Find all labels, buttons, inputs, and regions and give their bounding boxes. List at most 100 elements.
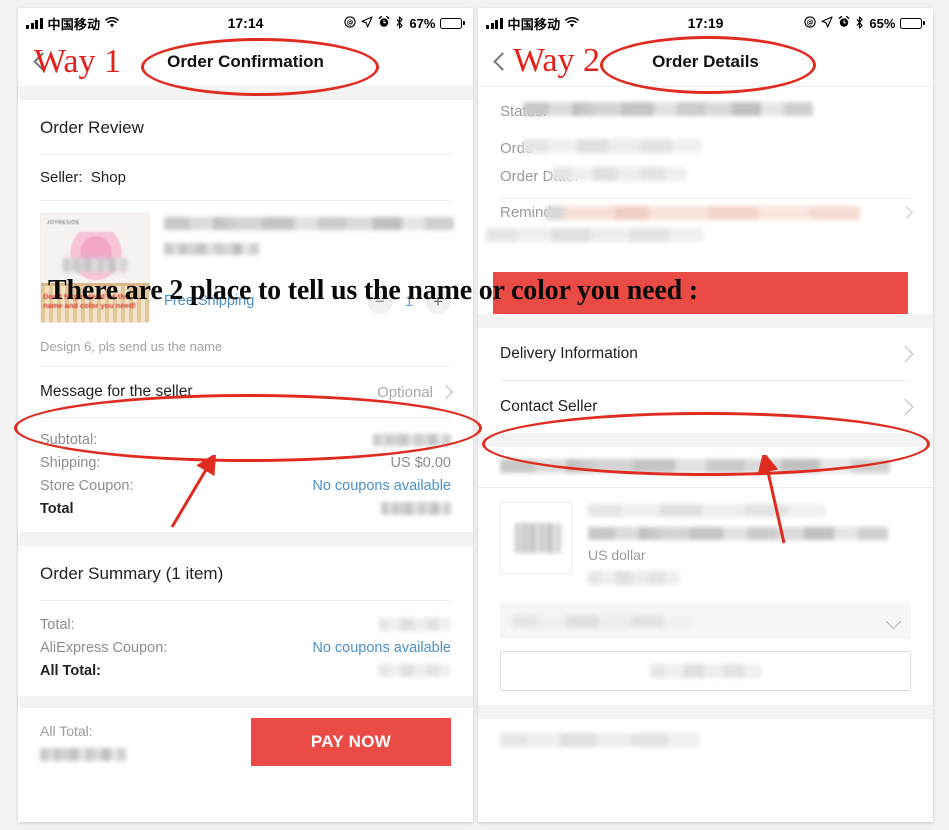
summary-label: Total: xyxy=(40,616,75,633)
order-head-section: Status: Orde Order Date: Reminder: xyxy=(478,87,933,254)
summary-label: AliExpress Coupon: xyxy=(40,639,168,656)
order-review-title: Order Review xyxy=(40,118,144,137)
status-bar-left-group: 中国移动 xyxy=(486,14,580,33)
redacted-select-value xyxy=(512,614,692,628)
alarm-clock-icon xyxy=(838,15,850,30)
action-button[interactable] xyxy=(500,651,911,691)
rotation-lock-icon: @ xyxy=(344,16,357,30)
seller-label: Seller: xyxy=(40,169,83,186)
location-arrow-icon xyxy=(821,16,833,30)
price-line: Shipping: US $0.00 xyxy=(40,451,451,474)
redacted-price xyxy=(588,569,911,587)
chevron-right-icon xyxy=(900,206,913,219)
alarm-clock-icon xyxy=(378,15,390,30)
status-row: Status: xyxy=(500,97,911,125)
product-row[interactable]: JOYRESIDE Don't forget send us the name … xyxy=(40,201,454,333)
thumbnail-brand-label: JOYRESIDE xyxy=(47,220,80,226)
message-for-seller-row[interactable]: Message for the seller Optional xyxy=(40,367,454,417)
message-for-seller-value: Optional xyxy=(377,383,433,401)
svg-text:@: @ xyxy=(347,19,354,27)
reminder-second-line xyxy=(486,226,911,254)
status-bar-right: 中国移动 17:19 @ 65% xyxy=(478,8,933,38)
redacted-thumbnail-image xyxy=(515,523,561,553)
price-lines: Subtotal: Shipping: US $0.00 Store Coupo… xyxy=(40,418,451,532)
summary-line: All Total: xyxy=(40,659,451,682)
price-line[interactable]: Store Coupon: No coupons available xyxy=(40,474,451,497)
redacted-total-value xyxy=(40,747,126,761)
status-bar-left-group: 中国移动 xyxy=(26,14,120,33)
redacted-order-date xyxy=(552,167,688,181)
battery-percent-label: 65% xyxy=(869,15,896,31)
redacted-status-value xyxy=(522,102,813,116)
price-label: Total xyxy=(40,500,74,517)
redacted-button-label xyxy=(649,664,762,678)
product-variant-label: Design 6, pls send us the name xyxy=(40,339,223,354)
location-arrow-icon xyxy=(361,16,373,30)
section-gap xyxy=(18,532,473,546)
price-line: Subtotal: xyxy=(40,428,451,451)
redacted-product-title xyxy=(164,215,454,233)
redacted-value xyxy=(381,502,451,515)
product-thumbnail[interactable] xyxy=(500,502,572,574)
contact-seller-row[interactable]: Contact Seller xyxy=(478,381,933,433)
aliexpress-coupon-value[interactable]: No coupons available xyxy=(312,640,451,656)
left-phone-panel: 中国移动 17:14 @ 67% Order Confirmation Orde… xyxy=(18,8,473,822)
redacted-order-id xyxy=(523,139,702,153)
redacted-block xyxy=(500,732,700,747)
signal-bars-icon xyxy=(486,17,503,29)
order-review-section: Order Review Seller: Shop JOYRESIDE Don'… xyxy=(18,100,473,532)
chevron-down-icon xyxy=(885,613,902,629)
order-product-controls xyxy=(478,603,933,705)
back-chevron-icon[interactable] xyxy=(492,51,506,73)
redacted-product-title-2 xyxy=(588,525,911,543)
wifi-icon xyxy=(105,16,120,30)
redacted-reminder-text xyxy=(545,205,861,220)
price-label: Subtotal: xyxy=(40,431,98,448)
message-for-seller-label: Message for the seller xyxy=(40,383,193,400)
order-date-row: Order Date: xyxy=(500,162,911,190)
carrier-label: 中国移动 xyxy=(47,16,101,32)
chevron-right-icon xyxy=(896,398,914,416)
price-label: Shipping: xyxy=(40,454,101,471)
currency-label: US dollar xyxy=(588,547,646,563)
nav-bar-left: Order Confirmation xyxy=(18,38,473,86)
redacted-block xyxy=(486,227,704,242)
price-value: US $0.00 xyxy=(390,454,451,471)
back-chevron-icon[interactable] xyxy=(32,51,46,73)
delivery-information-row[interactable]: Delivery Information xyxy=(478,328,933,380)
price-line: Total xyxy=(40,497,451,520)
status-bar-right-group: @ 67% xyxy=(344,16,465,31)
page-title: Order Details xyxy=(652,52,759,71)
paybar-total-group: All Total: xyxy=(40,723,126,761)
pay-bar: All Total: PAY NOW xyxy=(18,708,473,780)
nav-bar-right: Order Details xyxy=(478,38,933,86)
variant-select[interactable] xyxy=(500,603,911,639)
order-product-row[interactable]: US dollar xyxy=(478,488,933,593)
section-gap xyxy=(478,705,933,719)
signal-bars-icon xyxy=(26,17,43,29)
right-phone-panel: 中国移动 17:19 @ 65% Order Details Orde Orde… xyxy=(478,8,933,822)
summary-line: Total: xyxy=(40,613,451,636)
page-title: Order Confirmation xyxy=(167,52,324,71)
pay-now-button[interactable]: PAY NOW xyxy=(251,718,451,766)
bluetooth-icon xyxy=(855,15,864,31)
wifi-icon xyxy=(565,16,580,30)
chevron-right-icon xyxy=(438,384,454,400)
summary-line[interactable]: AliExpress Coupon: No coupons available xyxy=(40,636,451,659)
status-bar-right-group: @ 65% xyxy=(804,16,925,31)
order-id-row: Orde xyxy=(500,125,911,162)
reminder-row[interactable]: Reminder: xyxy=(500,199,913,226)
order-summary-section: Order Summary (1 item) Total: AliExpress… xyxy=(18,546,473,696)
battery-icon xyxy=(440,17,465,29)
section-gap xyxy=(478,314,933,328)
redacted-store-name xyxy=(500,458,890,473)
price-label: Store Coupon: xyxy=(40,477,134,494)
section-gap xyxy=(478,433,933,447)
screenshot-stage: 中国移动 17:14 @ 67% Order Confirmation Orde… xyxy=(0,0,949,830)
seller-row[interactable]: Seller: Shop xyxy=(40,155,451,200)
store-row[interactable] xyxy=(478,447,933,487)
redacted-block xyxy=(63,258,127,272)
carrier-label: 中国移动 xyxy=(507,16,561,32)
store-coupon-value[interactable]: No coupons available xyxy=(312,478,451,494)
rotation-lock-icon: @ xyxy=(804,16,817,30)
